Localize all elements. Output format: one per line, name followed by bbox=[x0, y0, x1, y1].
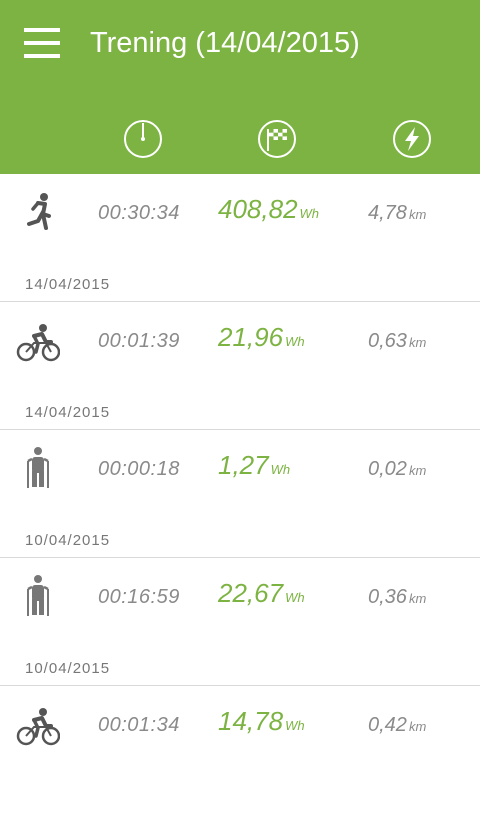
energy-value: 22,67 Wh bbox=[218, 578, 305, 608]
nordic-walking-icon bbox=[27, 447, 49, 488]
distance-value: 0,02 km bbox=[368, 458, 427, 480]
session-date: 10/04/2015 bbox=[25, 532, 111, 549]
app-bar: Trening (14/04/2015) bbox=[0, 0, 480, 174]
distance-value: 4,78 km bbox=[368, 202, 427, 224]
nordic-walking-icon bbox=[27, 575, 49, 616]
list-item[interactable]: 00:01:34 14,78 Wh 0,42 km bbox=[0, 686, 480, 814]
cycling-icon bbox=[16, 708, 60, 746]
energy-value: 14,78 Wh bbox=[218, 706, 305, 736]
timer-icon[interactable] bbox=[122, 118, 164, 160]
energy-value: 1,27 Wh bbox=[218, 450, 291, 480]
energy-value: 21,96 Wh bbox=[218, 322, 305, 352]
duration: 00:01:39 bbox=[98, 330, 180, 352]
distance-value: 0,42 km bbox=[368, 714, 427, 736]
duration: 00:01:34 bbox=[98, 714, 180, 736]
running-icon bbox=[27, 193, 51, 230]
cycling-icon bbox=[16, 324, 60, 362]
list-item[interactable]: 00:16:59 22,67 Wh 0,36 km 10/04/2015 bbox=[0, 558, 480, 686]
duration: 00:00:18 bbox=[98, 458, 180, 480]
list-item[interactable]: 00:00:18 1,27 Wh 0,02 km 10/04/2015 bbox=[0, 430, 480, 558]
duration: 00:30:34 bbox=[98, 202, 180, 224]
session-date: 14/04/2015 bbox=[25, 404, 111, 421]
lightning-icon[interactable] bbox=[391, 118, 433, 160]
session-date: 10/04/2015 bbox=[25, 660, 111, 677]
session-list: 00:30:34 408,82 Wh 4,78 km 14/04/2015 00:0… bbox=[0, 174, 480, 814]
checkered-flag-icon[interactable] bbox=[256, 118, 298, 160]
distance-value: 0,63 km bbox=[368, 330, 427, 352]
hamburger-menu-icon[interactable] bbox=[24, 28, 60, 58]
session-date: 14/04/2015 bbox=[25, 276, 111, 293]
energy-value: 408,82 Wh bbox=[218, 194, 320, 224]
page-title: Trening (14/04/2015) bbox=[90, 27, 360, 59]
list-item[interactable]: 00:01:39 21,96 Wh 0,63 km 14/04/2015 bbox=[0, 302, 480, 430]
distance-value: 0,36 km bbox=[368, 586, 427, 608]
list-item[interactable]: 00:30:34 408,82 Wh 4,78 km 14/04/2015 bbox=[0, 174, 480, 302]
duration: 00:16:59 bbox=[98, 586, 180, 608]
